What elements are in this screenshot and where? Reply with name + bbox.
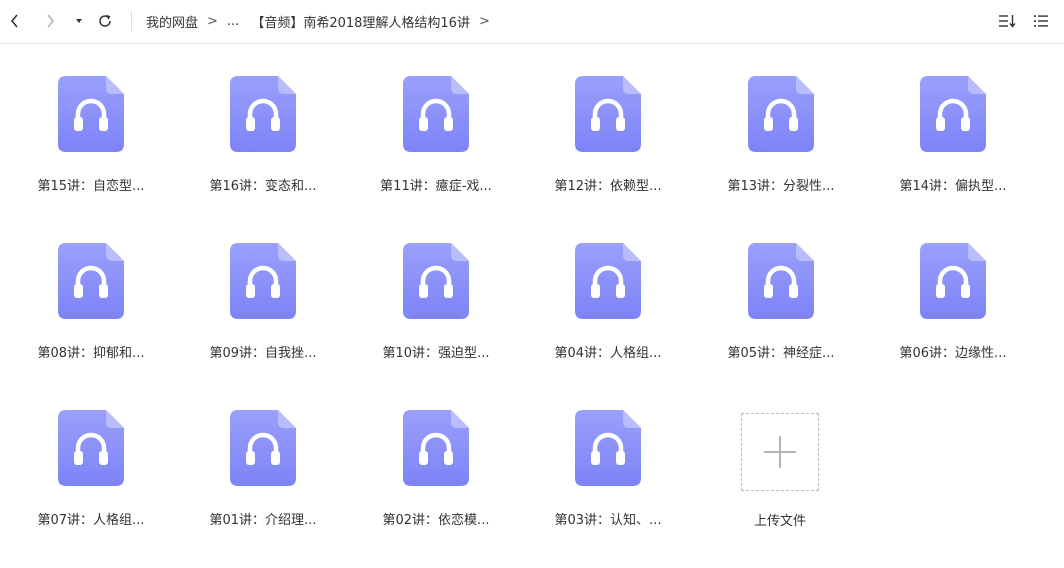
file-tile[interactable]: 第10讲：强迫型...	[361, 211, 511, 361]
file-name: 第16讲：变态和...	[209, 179, 317, 194]
audio-file-icon	[230, 76, 296, 152]
audio-file-icon	[748, 243, 814, 319]
caret-down-icon	[76, 19, 82, 23]
toolbar: 我的网盘 > ... 【音频】南希2018理解人格结构16讲 >	[0, 0, 1064, 44]
file-tile[interactable]: 第04讲：人格组...	[533, 211, 683, 361]
file-name: 第04讲：人格组...	[554, 346, 662, 361]
audio-file-icon	[575, 410, 641, 486]
file-tile[interactable]: 第06讲：边缘性...	[878, 211, 1028, 361]
file-tile[interactable]: 第07讲：人格组...	[16, 378, 166, 528]
file-name: 第14讲：偏执型...	[899, 179, 1007, 194]
history-dropdown-button[interactable]	[67, 8, 91, 34]
file-tile[interactable]: 第09讲：自我挫...	[188, 211, 338, 361]
audio-file-icon	[575, 243, 641, 319]
file-grid: 第15讲：自恋型... 第16讲：变态和... 第11讲：癔症-戏... 第12讲：依…	[0, 44, 1064, 568]
file-tile[interactable]: 第15讲：自恋型...	[16, 44, 166, 194]
file-name: 第02讲：依恋模...	[382, 513, 490, 528]
file-name: 第10讲：强迫型...	[382, 346, 490, 361]
upload-label: 上传文件	[753, 514, 806, 529]
audio-file-icon	[403, 410, 469, 486]
file-tile[interactable]: 第11讲：癔症-戏...	[361, 44, 511, 194]
file-tile[interactable]: 第16讲：变态和...	[188, 44, 338, 194]
file-name: 第05讲：神经症...	[727, 346, 835, 361]
refresh-button[interactable]	[92, 8, 118, 34]
file-tile[interactable]: 第12讲：依赖型...	[533, 44, 683, 194]
audio-file-icon	[58, 243, 124, 319]
list-view-icon	[1034, 15, 1048, 27]
breadcrumb-root[interactable]: 我的网盘	[146, 12, 198, 31]
file-tile[interactable]: 第08讲：抑郁和...	[16, 211, 166, 361]
breadcrumb-separator: >	[478, 13, 490, 29]
file-name: 第07讲：人格组...	[37, 513, 145, 528]
audio-file-icon	[403, 76, 469, 152]
audio-file-icon	[920, 76, 986, 152]
plus-icon	[764, 436, 796, 468]
sort-button[interactable]	[994, 8, 1020, 34]
breadcrumb-ellipsis[interactable]: ...	[227, 14, 239, 29]
file-name: 第01讲：介绍理...	[209, 513, 317, 528]
file-name: 第13讲：分裂性...	[727, 179, 835, 194]
audio-file-icon	[58, 76, 124, 152]
refresh-icon	[99, 14, 111, 27]
file-name: 第03讲：认知、...	[554, 513, 662, 528]
toolbar-divider	[131, 11, 132, 31]
breadcrumb-separator: >	[207, 13, 218, 29]
file-name: 第12讲：依赖型...	[554, 179, 662, 194]
audio-file-icon	[230, 243, 296, 319]
forward-button[interactable]	[37, 8, 63, 34]
file-tile[interactable]: 第01讲：介绍理...	[188, 378, 338, 528]
breadcrumb-current-folder[interactable]: 【音频】南希2018理解人格结构16讲	[251, 12, 470, 31]
upload-button[interactable]	[741, 413, 819, 491]
breadcrumb: 我的网盘 > ... 【音频】南希2018理解人格结构16讲 >	[146, 0, 499, 42]
file-name: 第06讲：边缘性...	[899, 346, 1007, 361]
back-button[interactable]	[2, 8, 28, 34]
file-tile[interactable]: 第03讲：认知、...	[533, 378, 683, 528]
file-tile[interactable]: 第02讲：依恋模...	[361, 378, 511, 528]
file-tile[interactable]: 第14讲：偏执型...	[878, 44, 1028, 194]
file-name: 第09讲：自我挫...	[209, 346, 317, 361]
file-tile[interactable]: 第13讲：分裂性...	[706, 44, 856, 194]
audio-file-icon	[920, 243, 986, 319]
audio-file-icon	[230, 410, 296, 486]
view-mode-button[interactable]	[1028, 8, 1054, 34]
file-name: 第15讲：自恋型...	[37, 179, 145, 194]
chevron-right-icon	[47, 14, 55, 28]
audio-file-icon	[575, 76, 641, 152]
file-tile[interactable]: 第05讲：神经症...	[706, 211, 856, 361]
audio-file-icon	[403, 243, 469, 319]
file-name: 第11讲：癔症-戏...	[380, 179, 492, 194]
file-name: 第08讲：抑郁和...	[37, 346, 145, 361]
chevron-left-icon	[10, 14, 18, 28]
sort-icon	[999, 15, 1016, 28]
audio-file-icon	[748, 76, 814, 152]
audio-file-icon	[58, 410, 124, 486]
